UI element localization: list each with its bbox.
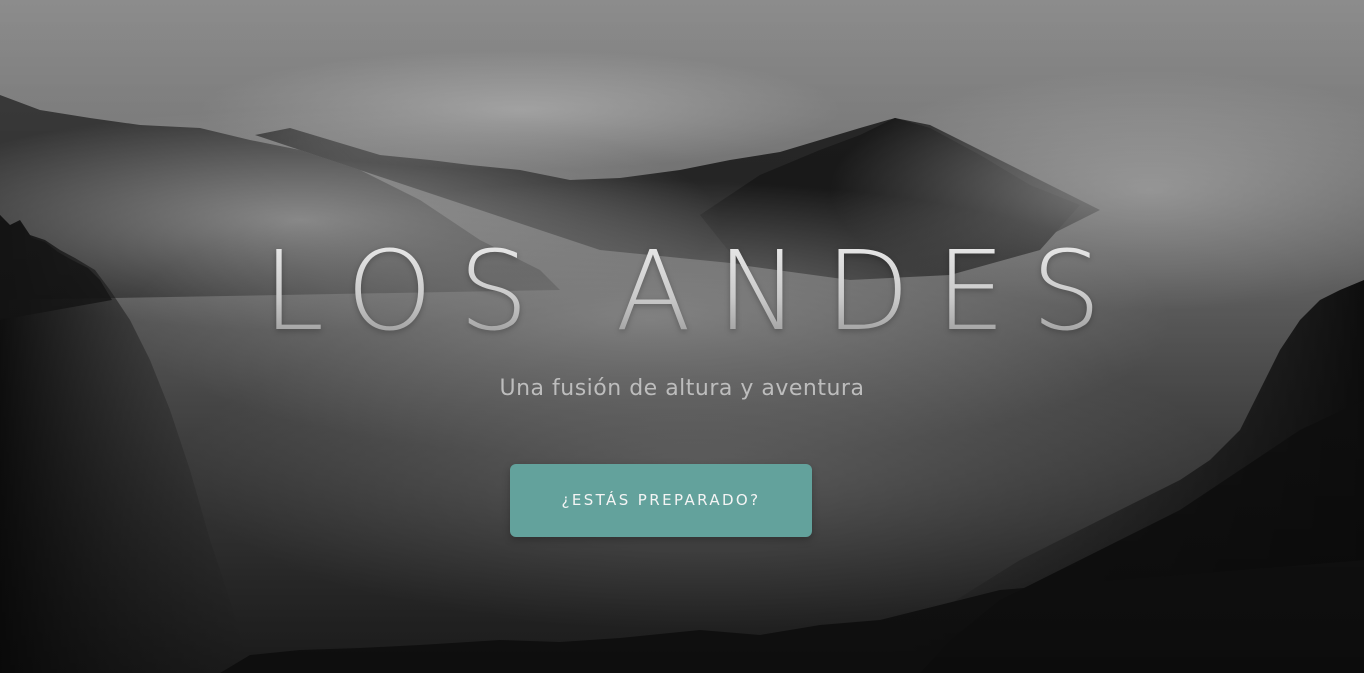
- hero-section: LOS ANDES Una fusión de altura y aventur…: [0, 0, 1364, 673]
- hero-subtitle: Una fusión de altura y aventura: [499, 376, 865, 401]
- hero-title: LOS ANDES: [0, 226, 1364, 356]
- are-you-ready-button[interactable]: ¿ESTÁS PREPARADO?: [510, 464, 812, 537]
- hero-content: LOS ANDES Una fusión de altura y aventur…: [0, 0, 1364, 673]
